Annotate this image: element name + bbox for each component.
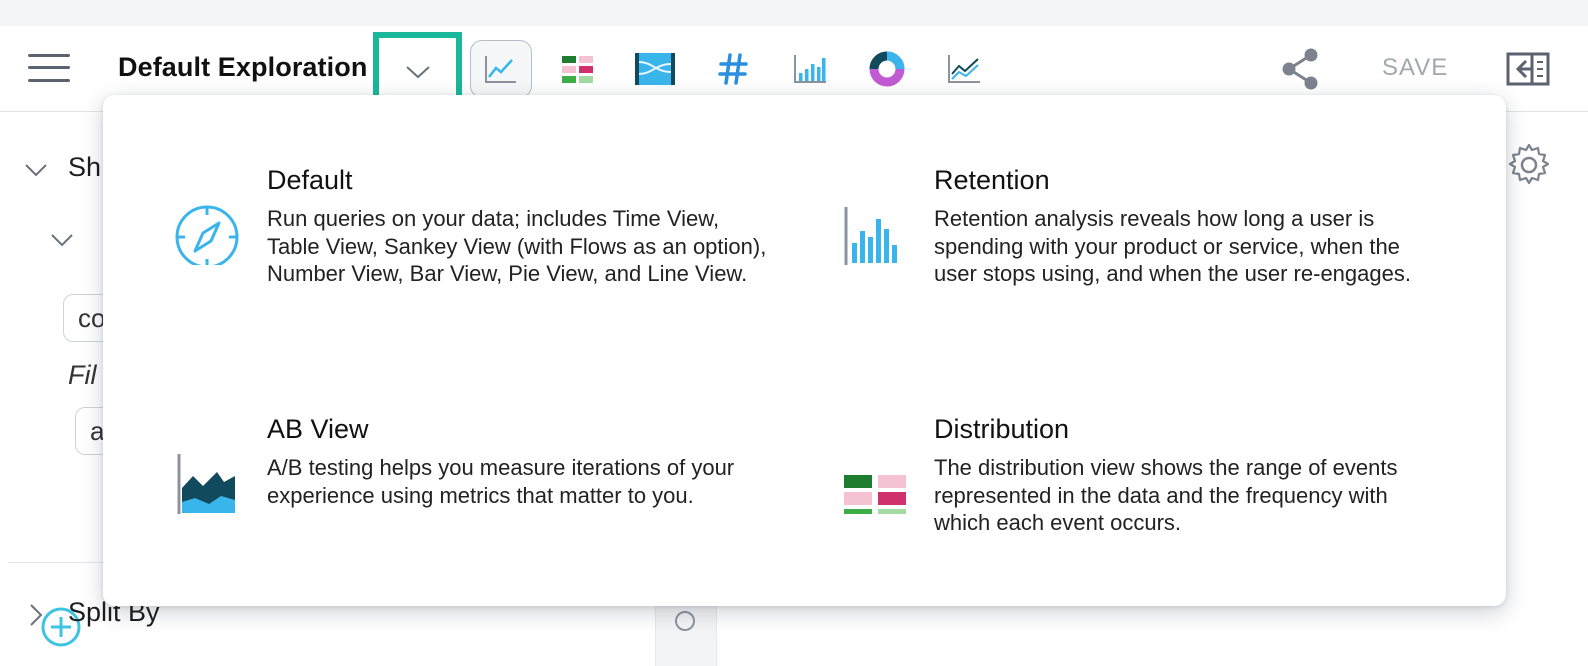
option-title: Retention [934, 165, 1050, 195]
table-view-icon[interactable] [547, 40, 609, 98]
option-description: Retention analysis reveals how long a us… [934, 206, 1411, 286]
chevron-right-icon[interactable] [28, 603, 44, 627]
menu-option-retention[interactable]: Retention Retention analysis reveals how… [840, 165, 1411, 315]
menu-option-ab-view[interactable]: AB View A/B testing helps you measure it… [173, 414, 734, 544]
option-title: AB View [267, 414, 369, 444]
compass-icon [173, 193, 245, 269]
share-icon[interactable] [1278, 46, 1324, 92]
option-description: A/B testing helps you measure iterations… [267, 455, 735, 508]
collapse-panel-icon[interactable] [1506, 52, 1550, 86]
bar-view-icon[interactable] [779, 40, 841, 98]
line-view-icon[interactable] [933, 40, 995, 98]
gear-icon[interactable] [1506, 142, 1552, 188]
save-button[interactable]: SAVE [1382, 54, 1448, 82]
chevron-down-icon [405, 65, 430, 78]
bar-chart-icon [840, 193, 912, 269]
time-view-icon[interactable] [470, 40, 532, 98]
section-label: Sh [68, 152, 102, 182]
pie-view-icon[interactable] [856, 40, 918, 98]
page-title: Default Exploration [118, 52, 368, 82]
menu-icon[interactable] [28, 52, 70, 84]
chevron-down-icon[interactable] [24, 162, 48, 178]
grid-icon [840, 442, 912, 522]
sankey-view-icon[interactable] [624, 40, 686, 98]
number-view-icon[interactable] [702, 40, 764, 98]
radio-button[interactable] [675, 611, 695, 631]
chevron-down-icon[interactable] [50, 232, 74, 248]
option-description: The distribution view shows the range of… [934, 455, 1398, 535]
option-description: Run queries on your data; includes Time … [267, 206, 767, 286]
top-strip [0, 0, 1588, 26]
area-chart-icon [173, 442, 245, 518]
menu-option-default[interactable]: Default Run queries on your data; includ… [173, 165, 766, 315]
option-title: Distribution [934, 414, 1070, 444]
menu-option-distribution[interactable]: Distribution The distribution view shows… [840, 414, 1400, 544]
exploration-type-menu: Default Run queries on your data; includ… [103, 95, 1506, 606]
filter-label: Fil [68, 360, 97, 390]
option-title: Default [267, 165, 353, 195]
